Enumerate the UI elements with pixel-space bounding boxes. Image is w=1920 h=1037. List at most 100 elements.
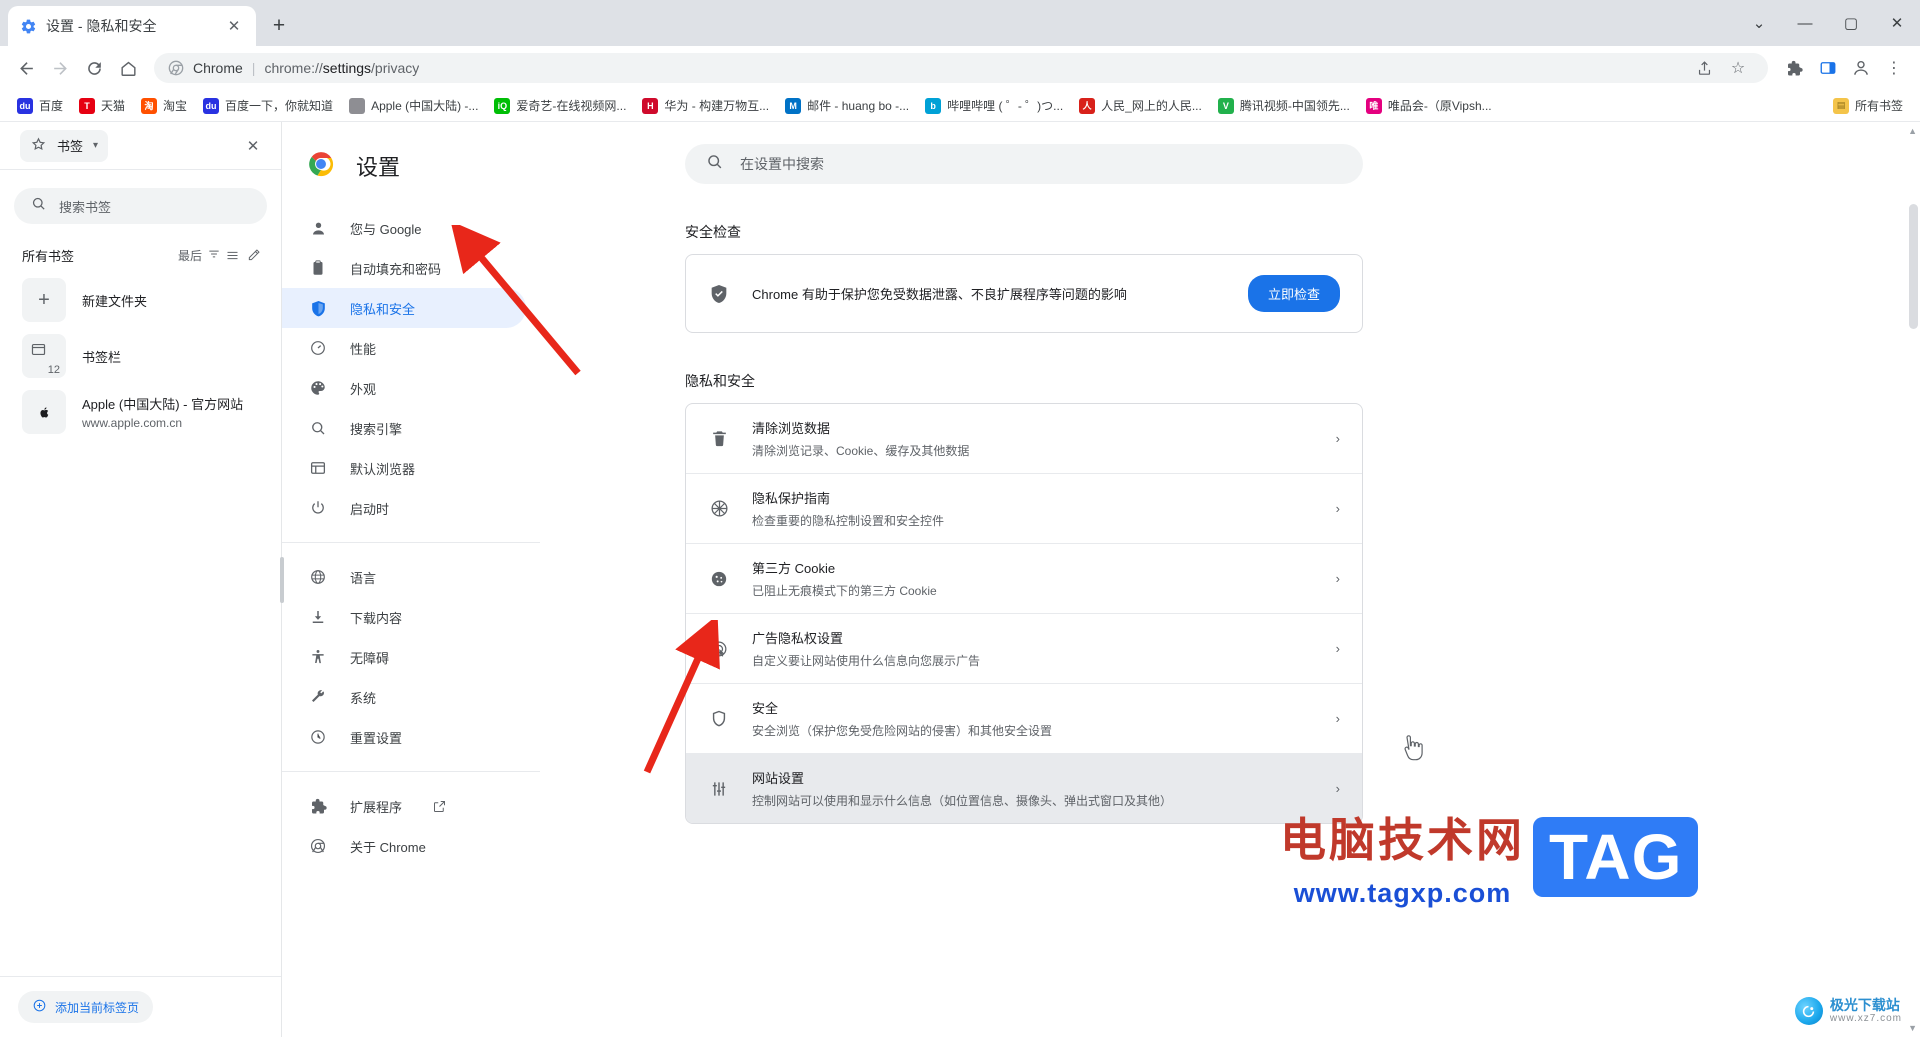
scroll-down-icon[interactable]: ▼ — [1908, 1023, 1917, 1033]
bookmark-item[interactable]: b 哔哩哔哩 ( ゜- ゜)つ... — [918, 93, 1070, 118]
extensions-icon[interactable] — [1778, 52, 1810, 84]
share-icon[interactable] — [1688, 52, 1720, 84]
chrome-menu-icon[interactable]: ⋮ — [1878, 52, 1910, 84]
sidebar-item-performance[interactable]: 性能 — [282, 328, 526, 368]
safety-check-heading: 安全检查 — [685, 224, 741, 240]
bookmark-sort-button[interactable]: 最后 — [178, 247, 221, 264]
omnibox-separator: | — [251, 60, 256, 76]
sidebar-item-you-and-google[interactable]: 您与 Google — [282, 208, 526, 248]
bookmark-item[interactable]: M 邮件 - huang bo -... — [778, 93, 916, 118]
filter-icon — [207, 247, 221, 264]
close-icon[interactable]: ✕ — [224, 16, 244, 36]
scrollbar-thumb[interactable] — [1909, 204, 1918, 329]
page-content: 书签 ▾ ✕ 搜索书签 所有书签 最后 + 新建文件夹 12 书签栏 Apple… — [0, 122, 1920, 1037]
watermark-url: www.tagxp.com — [1293, 878, 1512, 908]
home-icon[interactable] — [112, 52, 144, 84]
add-current-tab-button[interactable]: 添加当前标签页 — [18, 991, 154, 1023]
scroll-up-icon[interactable]: ▲ — [1908, 126, 1917, 136]
row-text: 网站设置 控制网站可以使用和显示什么信息（如位置信息、摄像头、弹出式窗口及其他） — [752, 768, 1314, 809]
sidebar-item-languages[interactable]: 语言 — [282, 557, 526, 597]
profile-avatar[interactable] — [1846, 53, 1876, 83]
list-item[interactable]: Apple (中国大陆) - 官方网站 www.apple.com.cn — [0, 384, 281, 440]
side-panel-icon[interactable] — [1812, 52, 1844, 84]
list-item[interactable]: + 新建文件夹 — [0, 272, 281, 328]
sidebar-item-default-browser[interactable]: 默认浏览器 — [282, 448, 526, 488]
puzzle-icon — [308, 796, 328, 816]
sidebar-item-accessibility[interactable]: 无障碍 — [282, 637, 526, 677]
bookmark-item[interactable]: 淘淘宝 — [134, 93, 194, 118]
address-bar[interactable]: Chrome | chrome://settings/privacy ☆ — [154, 53, 1768, 83]
sidebar-item-label: 您与 Google — [350, 221, 422, 237]
nav-divider — [282, 771, 540, 772]
row-text: 清除浏览数据 清除浏览记录、Cookie、缓存及其他数据 — [752, 418, 1314, 459]
bookmark-item[interactable]: 人人民_网上的人民... — [1072, 93, 1209, 118]
chrome-outline-icon — [308, 836, 328, 856]
all-bookmarks-button[interactable]: ▤ 所有书签 — [1826, 93, 1910, 118]
list-item-url: www.apple.com.cn — [82, 416, 183, 430]
settings-row-third-party-cookies[interactable]: 第三方 Cookie 已阻止无痕模式下的第三方 Cookie › — [686, 543, 1362, 613]
browser-tab[interactable]: 设置 - 隐私和安全 ✕ — [8, 6, 256, 46]
sidebar-item-reset-settings[interactable]: 重置设置 — [282, 717, 526, 757]
bookmark-item[interactable]: V 腾讯视频-中国领先... — [1211, 93, 1357, 118]
external-link-icon — [432, 799, 447, 814]
bookmark-label: 唯品会-（原Vipsh... — [1387, 99, 1492, 113]
settings-row-site-settings[interactable]: 网站设置 控制网站可以使用和显示什么信息（如位置信息、摄像头、弹出式窗口及其他）… — [686, 753, 1362, 823]
sidebar-item-label: 启动时 — [350, 501, 390, 517]
folder-thumb: 12 — [22, 334, 66, 378]
settings-row-ad-privacy[interactable]: 广告隐私权设置 自定义要让网站使用什么信息向您展示广告 › — [686, 613, 1362, 683]
sidebar-item-autofill[interactable]: 自动填充和密码 — [282, 248, 526, 288]
side-panel-selector[interactable]: 书签 ▾ — [20, 129, 109, 162]
back-icon[interactable] — [10, 52, 42, 84]
minimize-icon[interactable]: — — [1782, 0, 1828, 46]
list-view-icon[interactable] — [221, 244, 243, 266]
bookmark-item[interactable]: H 华为 - 构建万物互... — [635, 93, 776, 118]
bookmark-favicon-icon: 人 — [1079, 97, 1096, 114]
side-panel-header: 书签 ▾ ✕ — [0, 122, 281, 170]
bookmark-label: 华为 - 构建万物互... — [664, 99, 770, 113]
bookmark-item[interactable]: 唯唯品会-（原Vipsh... — [1359, 93, 1499, 118]
side-panel-resize-handle[interactable] — [280, 556, 284, 603]
sidebar-item-label: 系统 — [350, 690, 377, 706]
row-text: 第三方 Cookie 已阻止无痕模式下的第三方 Cookie — [752, 558, 1314, 599]
settings-row-privacy-guide[interactable]: 隐私保护指南 检查重要的隐私控制设置和安全控件 › — [686, 473, 1362, 543]
list-item[interactable]: 12 书签栏 — [0, 328, 281, 384]
run-safety-check-button[interactable]: 立即检查 — [1247, 275, 1340, 312]
bookmark-item[interactable]: du 百度 — [10, 93, 70, 118]
sidebar-item-downloads[interactable]: 下载内容 — [282, 597, 526, 637]
sidebar-item-on-startup[interactable]: 启动时 — [282, 488, 526, 528]
bookmark-item[interactable]: iQ 爱奇艺-在线视频网... — [487, 93, 633, 118]
window-close-icon[interactable]: ✕ — [1874, 0, 1920, 46]
sidebar-item-search-engine[interactable]: 搜索引擎 — [282, 408, 526, 448]
row-text: 广告隐私权设置 自定义要让网站使用什么信息向您展示广告 — [752, 628, 1314, 669]
sidebar-item-system[interactable]: 系统 — [282, 677, 526, 717]
minimize-all-icon[interactable]: ⌄ — [1736, 0, 1782, 46]
sidebar-item-appearance[interactable]: 外观 — [282, 368, 526, 408]
clipboard-icon — [308, 258, 328, 278]
row-title: 隐私保护指南 — [752, 491, 831, 506]
sidebar-item-privacy-security[interactable]: 隐私和安全 — [282, 288, 526, 328]
mouse-cursor-icon — [1399, 734, 1425, 764]
bookmark-item[interactable]: T 天猫 — [72, 93, 132, 118]
bookmark-star-icon[interactable]: ☆ — [1722, 52, 1754, 84]
bookmark-item[interactable]: Apple (中国大陆) -... — [342, 93, 485, 118]
bookmark-label: 爱奇艺-在线视频网... — [516, 99, 627, 113]
settings-row-security[interactable]: 安全 安全浏览（保护您免受危险网站的侵害）和其他安全设置 › — [686, 683, 1362, 753]
bookmark-search-input[interactable]: 搜索书签 — [14, 188, 267, 224]
new-tab-button[interactable]: + — [262, 9, 296, 43]
watermark-tag-logo: TAG — [1533, 816, 1699, 897]
tab-title: 设置 - 隐私和安全 — [46, 18, 157, 34]
vertical-scrollbar[interactable]: ▲ ▼ — [1907, 122, 1920, 1037]
search-input[interactable]: 在设置中搜索 — [685, 144, 1363, 184]
sidebar-item-label: 搜索引擎 — [350, 421, 403, 437]
bookmark-item[interactable]: du 百度一下，你就知道 — [196, 93, 340, 118]
maximize-icon[interactable]: ▢ — [1828, 0, 1874, 46]
side-panel-close-icon[interactable]: ✕ — [239, 132, 267, 160]
sidebar-item-extensions[interactable]: 扩展程序 — [282, 786, 526, 826]
settings-row-clear-browsing-data[interactable]: 清除浏览数据 清除浏览记录、Cookie、缓存及其他数据 › — [686, 404, 1362, 473]
new-folder-text: 新建文件夹 — [82, 291, 147, 310]
ad-privacy-icon — [708, 638, 730, 660]
forward-icon[interactable] — [44, 52, 76, 84]
reload-icon[interactable] — [78, 52, 110, 84]
sidebar-item-about-chrome[interactable]: 关于 Chrome — [282, 826, 526, 866]
pencil-icon[interactable] — [243, 244, 265, 266]
